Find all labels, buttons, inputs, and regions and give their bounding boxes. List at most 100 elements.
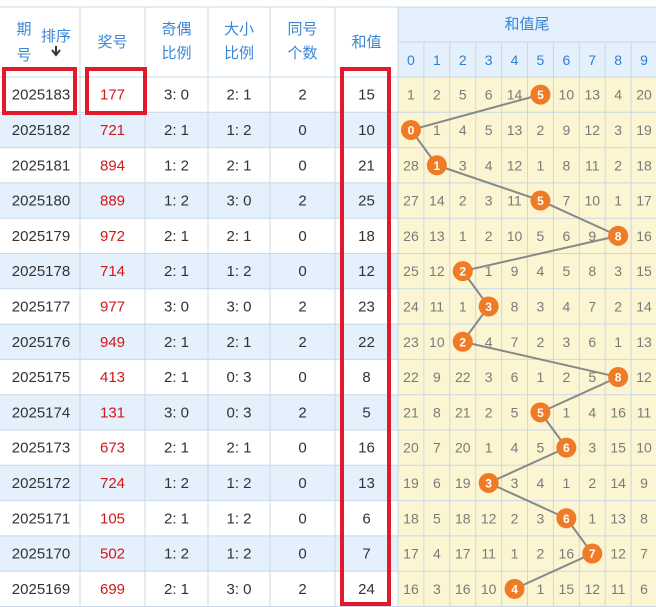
tail-miss-cell: 9 [640, 475, 648, 491]
same-count-cell: 2 [298, 87, 306, 104]
tail-miss-cell: 3 [511, 475, 519, 491]
tail-miss-cell: 13 [584, 87, 600, 103]
tail-miss-cell: 4 [537, 475, 545, 491]
tail-miss-cell: 3 [537, 510, 545, 526]
big-small-cell: 0: 3 [226, 404, 251, 421]
number-cell: 105 [100, 510, 125, 527]
period-cell: 2025171 [12, 510, 70, 527]
header-period-bottom: 号 [16, 47, 31, 64]
tail-miss-cell: 28 [403, 157, 419, 173]
tail-miss-cell: 16 [403, 581, 419, 597]
tail-miss-cell: 7 [511, 334, 519, 350]
period-cell: 2025178 [12, 263, 70, 280]
tail-miss-cell: 20 [403, 440, 419, 456]
big-small-cell: 0: 3 [226, 369, 251, 386]
sum-cell: 21 [358, 157, 375, 174]
sum-cell: 6 [362, 510, 370, 527]
same-count-cell: 0 [298, 475, 306, 492]
period-cell: 2025176 [12, 334, 70, 351]
tail-miss-cell: 3 [588, 440, 596, 456]
tail-digit-header: 5 [537, 52, 545, 68]
sum-cell: 15 [358, 87, 375, 104]
tail-miss-cell: 6 [511, 369, 519, 385]
same-count-cell: 0 [298, 546, 306, 563]
odd-even-cell: 2: 1 [164, 510, 189, 527]
tail-digit-header: 2 [459, 52, 467, 68]
period-cell: 2025173 [12, 440, 70, 457]
tail-miss-cell: 1 [537, 369, 545, 385]
tail-miss-cell: 11 [637, 404, 652, 420]
tail-miss-cell: 14 [610, 475, 626, 491]
tail-miss-cell: 2 [614, 157, 622, 173]
tail-miss-cell: 2 [459, 193, 467, 209]
tail-miss-cell: 1 [537, 581, 545, 597]
tail-miss-cell: 13 [610, 510, 626, 526]
tail-miss-cell: 11 [430, 298, 445, 314]
tail-miss-cell: 12 [481, 510, 497, 526]
tail-miss-cell: 24 [403, 298, 419, 314]
tail-miss-cell: 7 [640, 546, 648, 562]
tail-miss-cell: 10 [584, 193, 600, 209]
tail-miss-cell: 5 [511, 404, 519, 420]
tail-miss-cell: 4 [459, 122, 467, 138]
number-cell: 699 [100, 581, 125, 598]
tail-miss-cell: 11 [611, 581, 626, 597]
tail-digit-header: 0 [407, 52, 415, 68]
same-count-cell: 2 [298, 404, 306, 421]
tail-digit-header: 1 [433, 52, 441, 68]
period-cell: 2025181 [12, 157, 70, 174]
same-count-cell: 0 [298, 440, 306, 457]
sum-cell: 22 [358, 334, 375, 351]
tail-miss-cell: 27 [403, 193, 419, 209]
tail-ball-label: 5 [537, 406, 544, 420]
header-big-small-2: 比例 [224, 45, 254, 62]
tail-miss-cell: 15 [636, 263, 652, 279]
sum-cell: 5 [362, 404, 370, 421]
tail-miss-cell: 2 [433, 87, 441, 103]
tail-ball-label: 5 [537, 88, 544, 102]
tail-miss-cell: 1 [459, 228, 467, 244]
period-cell: 2025182 [12, 122, 70, 139]
tail-miss-cell: 5 [433, 510, 441, 526]
header-same-2: 个数 [287, 45, 317, 62]
tail-miss-cell: 26 [403, 228, 419, 244]
odd-even-cell: 1: 2 [164, 475, 189, 492]
tail-miss-cell: 17 [403, 546, 419, 562]
big-small-cell: 3: 0 [226, 298, 251, 315]
period-cell: 2025170 [12, 546, 70, 563]
tail-miss-cell: 18 [636, 157, 652, 173]
tail-miss-cell: 6 [588, 334, 596, 350]
tail-miss-cell: 2 [511, 510, 519, 526]
sum-cell: 24 [358, 581, 375, 598]
same-count-cell: 2 [298, 581, 306, 598]
big-small-cell: 1: 2 [226, 263, 251, 280]
tail-digit-header: 9 [640, 52, 648, 68]
tail-miss-cell: 1 [511, 546, 519, 562]
tail-ball-label: 4 [511, 582, 518, 596]
tail-miss-cell: 2 [537, 334, 545, 350]
tail-miss-cell: 18 [403, 510, 419, 526]
tail-miss-cell: 3 [614, 122, 622, 138]
tail-miss-cell: 13 [636, 334, 652, 350]
header-same-1: 同号 [287, 21, 317, 38]
tail-ball-label: 0 [408, 123, 415, 137]
tail-digit-header: 8 [614, 52, 622, 68]
header-sum-tail: 和值尾 [504, 16, 549, 33]
tail-miss-cell: 4 [537, 263, 545, 279]
odd-even-cell: 3: 0 [164, 87, 189, 104]
tail-miss-cell: 8 [562, 157, 570, 173]
sort-button[interactable]: 排序 [41, 28, 71, 45]
period-cell: 2025183 [12, 87, 70, 104]
tail-miss-cell: 4 [433, 546, 441, 562]
tail-miss-cell: 8 [433, 404, 441, 420]
big-small-cell: 1: 2 [226, 122, 251, 139]
big-small-cell: 2: 1 [226, 228, 251, 245]
tail-miss-cell: 7 [588, 298, 596, 314]
tail-miss-cell: 7 [562, 193, 570, 209]
tail-miss-cell: 25 [403, 263, 419, 279]
tail-miss-cell: 3 [433, 581, 441, 597]
same-count-cell: 0 [298, 228, 306, 245]
tail-ball-label: 3 [485, 476, 492, 490]
tail-miss-cell: 14 [429, 193, 445, 209]
header-sum: 和值 [351, 34, 381, 51]
